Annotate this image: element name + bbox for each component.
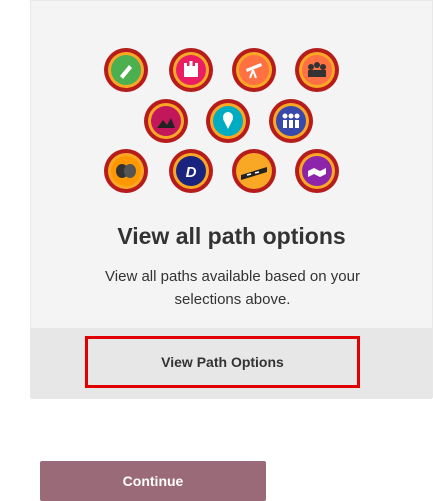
continue-button[interactable]: Continue bbox=[40, 461, 266, 501]
team-badge-icon bbox=[268, 98, 314, 144]
svg-text:D: D bbox=[186, 164, 197, 181]
card-description: View all paths available based on your s… bbox=[105, 268, 360, 308]
view-path-options-button[interactable]: View Path Options bbox=[85, 336, 360, 388]
castle-badge-icon bbox=[168, 47, 214, 93]
telescope-badge-icon bbox=[231, 47, 277, 93]
ice-cream-badge-icon bbox=[205, 98, 251, 144]
concert-badge-icon bbox=[143, 98, 189, 144]
badge-cluster: D bbox=[101, 41, 371, 201]
path-options-card: D View all path options View all paths a… bbox=[30, 0, 433, 399]
d-letter-badge-icon: D bbox=[168, 148, 214, 194]
road-badge-icon bbox=[231, 148, 277, 194]
theater-masks-badge-icon bbox=[103, 148, 149, 194]
card-title: View all path options bbox=[117, 223, 346, 249]
crowd-badge-icon bbox=[294, 47, 340, 93]
handshake-badge-icon bbox=[294, 148, 340, 194]
microphone-badge-icon bbox=[103, 47, 149, 93]
